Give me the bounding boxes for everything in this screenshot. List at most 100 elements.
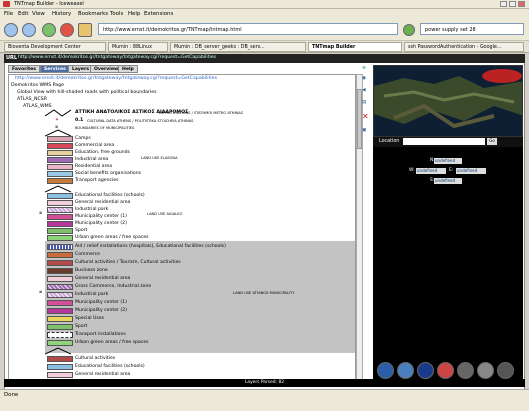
- tab-help[interactable]: Help: [118, 65, 138, 73]
- home-icon[interactable]: [78, 23, 92, 37]
- legend-label: Industrial park: [75, 207, 109, 212]
- browser-tab[interactable]: Mumin : DB_server_geeks : DB_serv...: [170, 42, 306, 52]
- browser-tab[interactable]: ssh PasswordAuthentication - Google...: [404, 42, 524, 52]
- tab-services[interactable]: Services: [40, 65, 70, 73]
- legend-swatch: [47, 143, 73, 149]
- dot-icon: ▪: [39, 290, 43, 295]
- coord-north[interactable]: undefined: [434, 158, 462, 164]
- menu-bookmarks[interactable]: Bookmarks: [78, 11, 108, 17]
- window-title: TNTmap Builder - Iceweasel: [14, 1, 84, 7]
- legend-label: Urban green areas / free spaces: [75, 340, 149, 345]
- reload-icon[interactable]: [42, 23, 56, 37]
- legend-swatch: [47, 356, 73, 362]
- legend-label: Special Uses: [75, 316, 104, 321]
- nasa-icon[interactable]: [417, 362, 434, 379]
- legend-swatch: [47, 324, 73, 330]
- legend-label: Gross Commerce, Industrial zone: [75, 284, 152, 289]
- legend-label: Social benefits organisations: [75, 171, 142, 176]
- close-icon[interactable]: ✕: [362, 112, 369, 121]
- tree-url[interactable]: http://www.ernst.it/demokritos.gr/tntgat…: [15, 76, 217, 81]
- legend-label: Residential area: [75, 164, 113, 169]
- earth-icon[interactable]: [397, 362, 414, 379]
- menu-tools[interactable]: Tools: [110, 11, 123, 17]
- group-note: LAND USE ELASONA: [141, 156, 178, 160]
- legend-label: Camps: [75, 136, 91, 141]
- forward-icon[interactable]: [22, 23, 36, 37]
- menu-file[interactable]: File: [4, 11, 13, 17]
- stop-icon[interactable]: [60, 23, 74, 37]
- legend-swatch: [47, 136, 73, 142]
- legend-swatch: [47, 260, 73, 266]
- legend-label: Municipality center (1): [75, 300, 127, 305]
- maximize-button[interactable]: [509, 1, 516, 7]
- menu-edit[interactable]: Edit: [18, 11, 28, 17]
- legend-swatch: [47, 171, 73, 177]
- legend-swatch: [47, 164, 73, 170]
- window-titlebar: TNTmap Builder - Iceweasel: [0, 0, 529, 9]
- menu-history[interactable]: History: [52, 11, 71, 17]
- go-button[interactable]: Go: [487, 138, 497, 145]
- legend-swatch: [47, 214, 73, 220]
- minimize-button[interactable]: [500, 1, 507, 7]
- layer-sub: METRO STATIONS / STATHMOI METRO ATHINAS: [159, 111, 243, 115]
- info-icon[interactable]: ▣: [362, 128, 366, 133]
- legend-swatch: [47, 276, 73, 282]
- legend-swatch: [47, 364, 73, 370]
- menu-extensions[interactable]: Extensions: [144, 11, 173, 17]
- legend-label: General residential area: [75, 276, 131, 281]
- legend-label: Education, free grounds: [75, 150, 130, 155]
- coord-west[interactable]: undefined: [416, 168, 446, 174]
- settings-icon[interactable]: [497, 362, 514, 379]
- coord-east[interactable]: undefined: [456, 168, 486, 174]
- app-url-bar: URL http://www.ernst.it/demokritos.gr/tn…: [4, 54, 525, 63]
- legend-label: Sport: [75, 324, 88, 329]
- legend-swatch: [47, 150, 73, 156]
- coord-label: W:: [409, 168, 415, 173]
- dot-icon: ▪: [39, 211, 43, 216]
- tab-favorites[interactable]: Favorites: [8, 65, 41, 73]
- tree-global[interactable]: Global View with hill-shaded roads with …: [17, 90, 157, 95]
- location-input[interactable]: [403, 138, 485, 145]
- legend-swatch: [47, 300, 73, 306]
- search-input[interactable]: power supply set 28: [420, 23, 524, 35]
- layers-icon[interactable]: ▤: [362, 100, 366, 105]
- legend-swatch: [47, 228, 73, 234]
- red-icon[interactable]: [437, 362, 454, 379]
- map-icon[interactable]: [457, 362, 474, 379]
- browser-tab-active[interactable]: TNTmap Builder: [308, 42, 402, 52]
- legend-swatch: [47, 308, 73, 314]
- legend-label: Educational facilities (schools): [75, 364, 145, 369]
- go-icon[interactable]: [403, 24, 415, 36]
- group-note: LAND USE ATHINOS MUNICIPALITY: [233, 291, 295, 295]
- menu-help[interactable]: Help: [128, 11, 140, 17]
- map-view[interactable]: [373, 65, 523, 137]
- coord-label: E:: [449, 168, 454, 173]
- legend-label: General residential area: [75, 200, 131, 205]
- layer-title[interactable]: 0.1: [75, 118, 83, 123]
- globe-icon[interactable]: ◉: [362, 76, 366, 81]
- legend-label: Aid / relief installations (hospitals), …: [75, 244, 226, 249]
- menu-view[interactable]: View: [32, 11, 45, 17]
- url-label: URL: [6, 55, 18, 61]
- tree-atlas[interactable]: ATLAS_NCSR: [17, 97, 47, 102]
- url-input[interactable]: http://www.ernst.it/demokritos.gr/TNTmap…: [98, 23, 398, 35]
- browser-tab[interactable]: Mumin : 88Linux: [108, 42, 168, 52]
- legend-label: Cultural activities: [75, 356, 116, 361]
- legend-swatch: [47, 268, 73, 274]
- legend-label: General residential area: [75, 372, 131, 377]
- tool-icon[interactable]: [477, 362, 494, 379]
- wms-url[interactable]: http://www.ernst.it/demokritos.gr/tntgat…: [18, 55, 216, 60]
- back-icon[interactable]: [4, 23, 18, 37]
- pan-icon[interactable]: ◀: [362, 88, 366, 93]
- legend-swatch: [47, 193, 73, 199]
- legend-label: Cultural activities / Tourism, Cultural …: [75, 260, 181, 265]
- legend-swatch: [47, 372, 73, 378]
- legend-swatch: [47, 157, 73, 163]
- location-label: Location: [379, 139, 400, 144]
- close-button[interactable]: [518, 1, 525, 7]
- coord-south[interactable]: undefined: [434, 178, 462, 184]
- globe-icon[interactable]: [377, 362, 394, 379]
- status-text: Done: [4, 392, 19, 398]
- browser-tab[interactable]: Bioventa Development Center: [4, 42, 106, 52]
- zoom-in-icon[interactable]: ⊕: [362, 66, 366, 71]
